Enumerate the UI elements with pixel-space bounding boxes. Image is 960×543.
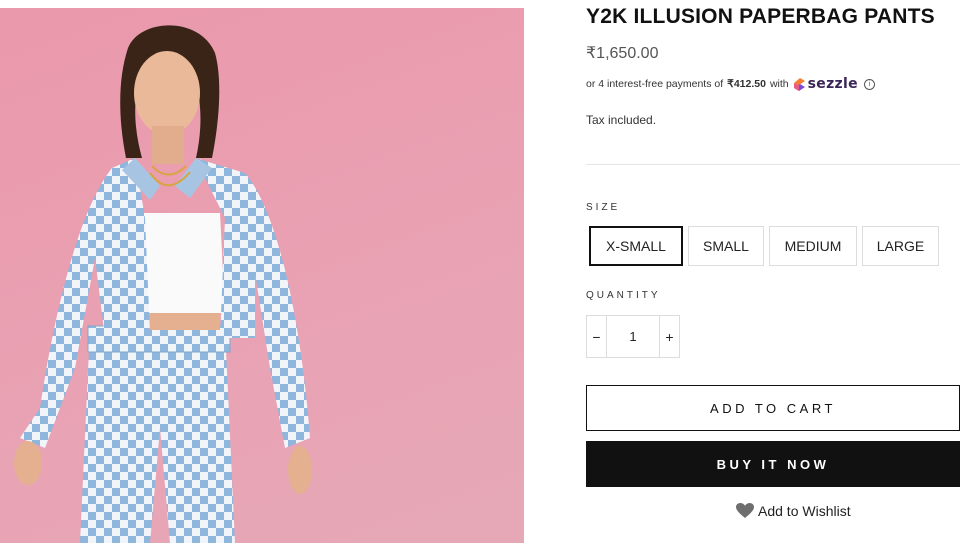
quantity-label: QUANTITY: [586, 290, 661, 301]
quantity-decrease-button[interactable]: −: [587, 316, 607, 357]
tax-note: Tax included.: [586, 113, 657, 127]
product-price: ₹1,650.00: [586, 45, 659, 62]
installment-offer: or 4 interest-free payments of ₹412.50 w…: [586, 76, 875, 92]
size-option-small[interactable]: SMALL: [688, 226, 764, 266]
installment-prefix: or 4 interest-free payments of: [586, 78, 724, 90]
info-icon[interactable]: i: [863, 78, 875, 90]
installment-amount: ₹412.50: [727, 78, 766, 90]
size-label: SIZE: [586, 202, 621, 213]
quantity-input[interactable]: [607, 316, 659, 357]
sezzle-wordmark: sezzle: [807, 76, 858, 92]
product-title: Y2K ILLUSION PAPERBAG PANTS: [586, 5, 935, 28]
size-option-x-small[interactable]: X-SMALL: [589, 226, 683, 266]
product-info-panel: Y2K ILLUSION PAPERBAG PANTS ₹1,650.00 or…: [586, 0, 960, 543]
buy-now-button[interactable]: BUY IT NOW: [586, 441, 960, 487]
installment-with: with: [769, 78, 789, 90]
product-image[interactable]: [0, 8, 524, 543]
size-option-medium[interactable]: MEDIUM: [769, 226, 857, 266]
size-option-large[interactable]: LARGE: [862, 226, 939, 266]
add-to-wishlist-link[interactable]: Add to Wishlist: [736, 503, 851, 519]
quantity-increase-button[interactable]: +: [659, 316, 679, 357]
heart-icon: [736, 503, 754, 518]
divider: [586, 164, 960, 165]
add-to-cart-button[interactable]: ADD TO CART: [586, 385, 960, 431]
sezzle-logo-icon[interactable]: sezzle: [793, 76, 858, 92]
quantity-stepper: − +: [586, 315, 680, 358]
wishlist-label: Add to Wishlist: [758, 503, 851, 519]
